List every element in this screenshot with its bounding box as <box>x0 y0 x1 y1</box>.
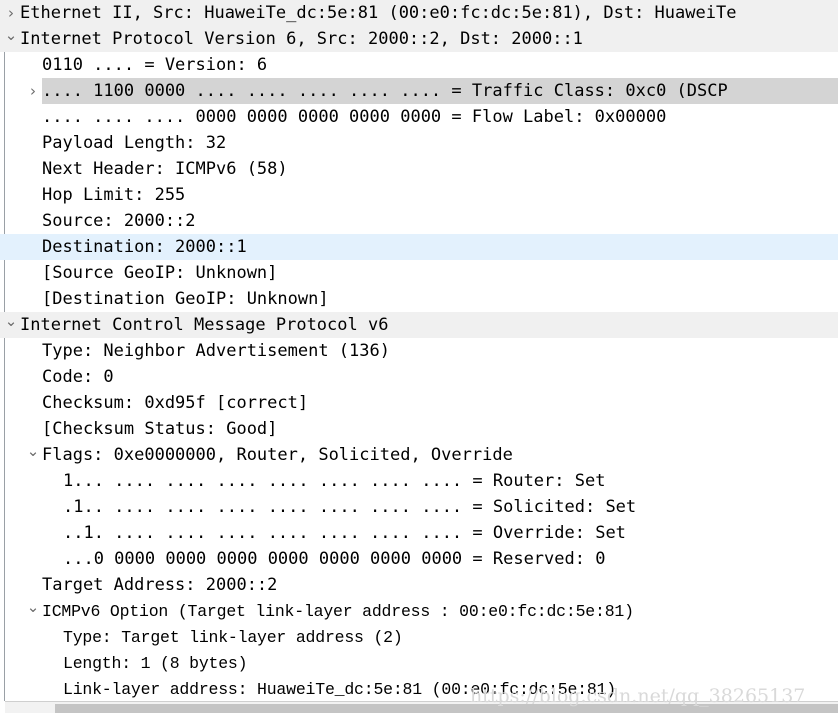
packet-detail-row-label: 1... .... .... .... .... .... .... .... … <box>63 471 606 491</box>
packet-detail-row-label: .... .... .... 0000 0000 0000 0000 0000 … <box>42 107 667 127</box>
packet-detail-row-label: Next Header: ICMPv6 (58) <box>42 159 288 179</box>
packet-detail-row[interactable]: ...0 0000 0000 0000 0000 0000 0000 0000 … <box>0 546 838 572</box>
packet-detail-row-label: Destination: 2000::1 <box>42 237 247 257</box>
packet-detail-row-label: Checksum: 0xd95f [correct] <box>42 393 309 413</box>
packet-detail-row[interactable]: 0110 .... = Version: 6 <box>0 52 838 78</box>
packet-detail-row[interactable]: Internet Control Message Protocol v6 <box>0 312 838 338</box>
packet-detail-row-label: .1.. .... .... .... .... .... .... .... … <box>63 497 637 517</box>
packet-detail-row[interactable]: ..1. .... .... .... .... .... .... .... … <box>0 520 838 546</box>
packet-detail-row[interactable]: Code: 0 <box>0 364 838 390</box>
packet-detail-row[interactable]: Hop Limit: 255 <box>0 182 838 208</box>
packet-detail-row-label: [Source GeoIP: Unknown] <box>42 263 278 283</box>
packet-detail-row[interactable]: .... .... .... 0000 0000 0000 0000 0000 … <box>0 104 838 130</box>
packet-detail-row-label: Target Address: 2000::2 <box>42 575 278 595</box>
packet-detail-row-label: [Checksum Status: Good] <box>42 419 278 439</box>
packet-detail-row-label: Payload Length: 32 <box>42 133 227 153</box>
packet-detail-row[interactable]: Destination: 2000::1 <box>0 234 838 260</box>
packet-detail-row-label: Internet Control Message Protocol v6 <box>20 315 389 335</box>
chevron-right-icon[interactable] <box>4 0 18 28</box>
packet-details-pane[interactable]: Ethernet II, Src: HuaweiTe_dc:5e:81 (00:… <box>0 0 838 713</box>
packet-detail-row-label: Length: 1 (8 bytes) <box>63 654 248 673</box>
packet-detail-row-label: Code: 0 <box>42 367 114 387</box>
packet-detail-row[interactable]: 1... .... .... .... .... .... .... .... … <box>0 468 838 494</box>
packet-detail-row[interactable]: Type: Target link-layer address (2) <box>0 624 838 650</box>
packet-detail-row-label: 0110 .... = Version: 6 <box>42 55 268 75</box>
packet-detail-row[interactable]: [Checksum Status: Good] <box>0 416 838 442</box>
packet-detail-row[interactable]: Next Header: ICMPv6 (58) <box>0 156 838 182</box>
packet-detail-row[interactable]: Length: 1 (8 bytes) <box>0 650 838 676</box>
packet-detail-row-label: Ethernet II, Src: HuaweiTe_dc:5e:81 (00:… <box>20 3 737 23</box>
packet-detail-row[interactable]: [Source GeoIP: Unknown] <box>0 260 838 286</box>
horizontal-scroll-thumb[interactable] <box>55 704 838 713</box>
packet-detail-row-label: Flags: 0xe0000000, Router, Solicited, Ov… <box>42 445 513 465</box>
chevron-down-icon[interactable] <box>26 442 40 470</box>
packet-detail-row-label: Type: Target link-layer address (2) <box>63 628 403 647</box>
packet-detail-row[interactable]: Internet Protocol Version 6, Src: 2000::… <box>0 26 838 52</box>
packet-detail-row-label: ...0 0000 0000 0000 0000 0000 0000 0000 … <box>63 549 606 569</box>
packet-detail-tree[interactable]: Ethernet II, Src: HuaweiTe_dc:5e:81 (00:… <box>0 0 838 701</box>
packet-detail-row-label: Source: 2000::2 <box>42 211 196 231</box>
packet-detail-row[interactable]: Payload Length: 32 <box>0 130 838 156</box>
packet-detail-row-label: ..1. .... .... .... .... .... .... .... … <box>63 523 626 543</box>
packet-detail-row-label: Link-layer address: HuaweiTe_dc:5e:81 (0… <box>63 680 616 699</box>
packet-detail-row[interactable]: Type: Neighbor Advertisement (136) <box>0 338 838 364</box>
packet-detail-row-label: [Destination GeoIP: Unknown] <box>42 289 329 309</box>
packet-detail-row-label: Internet Protocol Version 6, Src: 2000::… <box>20 29 583 49</box>
packet-detail-row-label: Type: Neighbor Advertisement (136) <box>42 341 390 361</box>
packet-detail-row[interactable]: Source: 2000::2 <box>0 208 838 234</box>
packet-detail-row-label: ICMPv6 Option (Target link-layer address… <box>42 602 634 621</box>
chevron-down-icon[interactable] <box>26 598 40 626</box>
chevron-down-icon[interactable] <box>4 312 18 340</box>
packet-detail-row-label: .... 1100 0000 .... .... .... .... .... … <box>42 81 728 101</box>
packet-detail-row[interactable]: Flags: 0xe0000000, Router, Solicited, Ov… <box>0 442 838 468</box>
packet-detail-row[interactable]: ICMPv6 Option (Target link-layer address… <box>0 598 838 624</box>
packet-detail-row[interactable]: Ethernet II, Src: HuaweiTe_dc:5e:81 (00:… <box>0 0 838 26</box>
packet-detail-row-label: Hop Limit: 255 <box>42 185 186 205</box>
chevron-down-icon[interactable] <box>4 26 18 54</box>
packet-detail-row[interactable]: Checksum: 0xd95f [correct] <box>0 390 838 416</box>
packet-detail-row[interactable]: [Destination GeoIP: Unknown] <box>0 286 838 312</box>
horizontal-scrollbar[interactable] <box>5 701 838 713</box>
packet-detail-row[interactable]: .... 1100 0000 .... .... .... .... .... … <box>0 78 838 104</box>
packet-detail-row[interactable]: .1.. .... .... .... .... .... .... .... … <box>0 494 838 520</box>
packet-detail-row[interactable]: Target Address: 2000::2 <box>0 572 838 598</box>
chevron-right-icon[interactable] <box>26 78 40 106</box>
packet-detail-row[interactable]: Link-layer address: HuaweiTe_dc:5e:81 (0… <box>0 676 838 701</box>
